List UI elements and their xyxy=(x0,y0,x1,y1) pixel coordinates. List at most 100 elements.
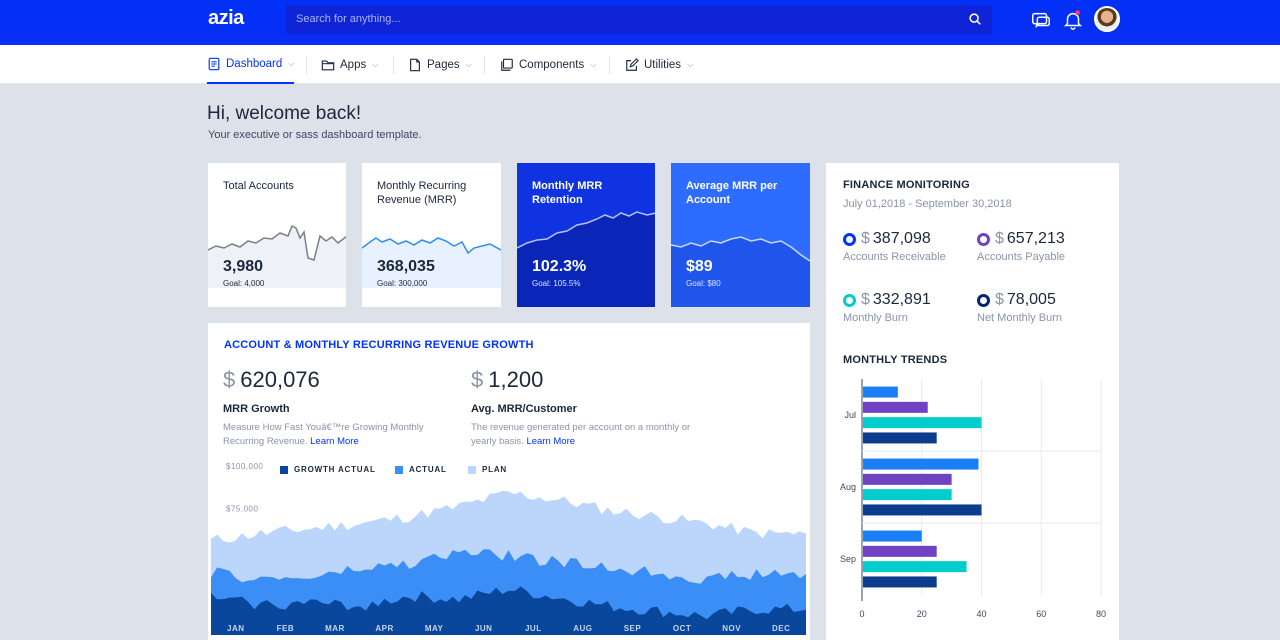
sparkline xyxy=(208,224,346,288)
bar-sep-3 xyxy=(863,576,937,588)
bell-icon[interactable] xyxy=(1062,9,1084,31)
divider xyxy=(609,56,610,74)
search-input[interactable] xyxy=(296,13,936,25)
nav-label: Components xyxy=(519,58,585,71)
search-icon[interactable] xyxy=(968,12,982,26)
nav-label: Dashboard xyxy=(226,57,283,70)
metric-avg-mrr: $1,200 Avg. MRR/Customer The revenue gen… xyxy=(471,367,701,449)
page-subtitle: Your executive or sass dashboard templat… xyxy=(208,129,422,141)
kpi-goal: Goal: $80 xyxy=(686,279,721,288)
x-tick-label: FEB xyxy=(277,624,295,633)
x-tick-label: SEP xyxy=(624,624,642,633)
kpi-value: 368,035 xyxy=(377,258,435,275)
x-tick-label: APR xyxy=(375,624,393,633)
kpi-label: Total Accounts xyxy=(223,180,294,192)
bar-aug-1 xyxy=(863,473,952,485)
document-icon xyxy=(208,57,220,70)
metric-value: $1,200 xyxy=(471,367,544,392)
divider xyxy=(393,56,394,74)
bar-jul-1 xyxy=(863,401,928,413)
nav-dashboard[interactable]: Dashboard ⌵ xyxy=(207,45,295,84)
nav-label: Pages xyxy=(427,58,460,71)
metric-description: Measure How Fast Youâ€™re Growing Monthl… xyxy=(223,422,424,447)
bar-jul-3 xyxy=(863,432,937,444)
finance-label: Net Monthly Burn xyxy=(977,312,1062,324)
sparkline xyxy=(517,211,655,307)
status-ring-icon xyxy=(843,233,856,246)
monthly-trends-title: MONTHLY TRENDS xyxy=(843,354,948,366)
sparkline xyxy=(362,237,501,288)
kpi-label: Monthly MRR Retention xyxy=(532,180,603,206)
nav-label: Utilities xyxy=(644,58,682,71)
nav-components[interactable]: Components ⌵ xyxy=(500,45,596,84)
kpi-label: Average MRR per Account xyxy=(686,180,778,206)
nav-label: Apps xyxy=(340,58,367,71)
nav-pages[interactable]: Pages ⌵ xyxy=(408,45,472,84)
metric-name: MRR Growth xyxy=(223,403,290,415)
nav-utilities[interactable]: Utilities ⌵ xyxy=(625,45,693,84)
sparkline xyxy=(671,236,810,307)
status-ring-icon xyxy=(977,233,990,246)
kpi-goal: Goal: 4,000 xyxy=(223,279,265,288)
messages-icon[interactable] xyxy=(1030,9,1052,31)
nav-apps[interactable]: Apps ⌵ xyxy=(321,45,378,84)
metric-value: $620,076 xyxy=(223,367,320,392)
divider xyxy=(306,56,307,74)
status-ring-icon xyxy=(977,294,990,307)
x-tick-label: NOV xyxy=(722,624,741,633)
learn-more-link[interactable]: Learn More xyxy=(310,436,359,447)
page-icon xyxy=(410,58,420,71)
finance-value: $78,005 xyxy=(995,291,1056,308)
kpi-goal: Goal: 105.5% xyxy=(532,279,581,288)
x-tick-label: DEC xyxy=(772,624,790,633)
bar-aug-0 xyxy=(863,458,979,470)
x-tick-label: 20 xyxy=(917,609,927,619)
chevron-down-icon: ⌵ xyxy=(465,59,472,69)
metric-mrr-growth: $620,076 MRR Growth Measure How Fast You… xyxy=(223,367,453,449)
search-bar[interactable] xyxy=(286,5,992,34)
kpi-label: Monthly Recurring Revenue (MRR) xyxy=(377,180,467,206)
kpi-value: 3,980 xyxy=(223,258,264,275)
top-bar: azia xyxy=(0,0,1280,45)
avatar[interactable] xyxy=(1094,6,1120,32)
bar-sep-2 xyxy=(863,561,967,573)
x-tick-label: OCT xyxy=(673,624,691,633)
bar-sep-1 xyxy=(863,545,937,557)
x-tick-label: AUG xyxy=(573,624,592,633)
x-tick-label: JAN xyxy=(227,624,245,633)
finance-label: Accounts Payable xyxy=(977,251,1066,263)
growth-title: ACCOUNT & MONTHLY RECURRING REVENUE GROW… xyxy=(224,339,534,351)
chevron-down-icon: ⌵ xyxy=(590,59,597,69)
x-tick-label: MAY xyxy=(425,624,444,633)
kpi-card-avg-mrr: Average MRR per Account $89 Goal: $80 xyxy=(671,163,810,307)
bar-aug-3 xyxy=(863,504,982,516)
app-logo[interactable]: azia xyxy=(208,7,244,30)
y-tick-label: Aug xyxy=(840,482,856,492)
bar-jul-2 xyxy=(863,417,982,429)
x-tick-label: JUN xyxy=(475,624,493,633)
finance-label: Monthly Burn xyxy=(843,312,908,324)
divider xyxy=(484,56,485,74)
x-tick-label: 40 xyxy=(976,609,986,619)
learn-more-link[interactable]: Learn More xyxy=(526,436,575,447)
kpi-value: $89 xyxy=(686,258,713,275)
page-title: Hi, welcome back! xyxy=(207,103,362,124)
bar-sep-0 xyxy=(863,530,922,542)
finance-value: $657,213 xyxy=(995,230,1065,247)
finance-value: $387,098 xyxy=(861,230,931,247)
copy-icon xyxy=(501,58,513,71)
kpi-card-total-accounts: Total Accounts 3,980 Goal: 4,000 xyxy=(208,163,346,307)
x-tick-label: 60 xyxy=(1036,609,1046,619)
revenue-growth-card: ACCOUNT & MONTHLY RECURRING REVENUE GROW… xyxy=(208,323,810,640)
finance-value: $332,891 xyxy=(861,291,931,308)
y-tick-label: Sep xyxy=(840,554,856,564)
kpi-card-mrr: Monthly Recurring Revenue (MRR) 368,035 … xyxy=(362,163,501,307)
kpi-value: 102.3% xyxy=(532,258,587,275)
folder-icon xyxy=(321,59,335,70)
chevron-down-icon: ⌵ xyxy=(372,59,379,69)
y-tick-label: $75,000 xyxy=(226,504,258,513)
x-tick-label: 80 xyxy=(1096,609,1106,619)
edit-icon xyxy=(626,57,639,71)
bar-jul-0 xyxy=(863,386,898,398)
metric-description: The revenue generated per account on a m… xyxy=(471,422,691,447)
